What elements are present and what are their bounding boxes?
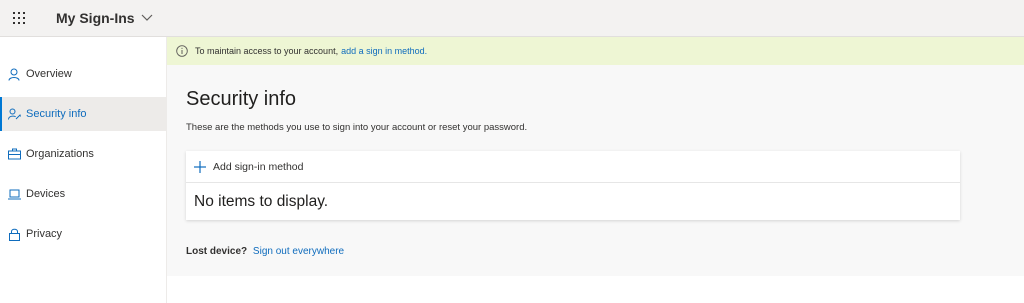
app-title-button[interactable]: My Sign-Ins — [56, 10, 153, 26]
sidebar-item-overview[interactable]: Overview — [0, 57, 166, 91]
add-sign-in-method-label: Add sign-in method — [213, 160, 304, 173]
plus-icon — [194, 160, 206, 173]
methods-card: Add sign-in method No items to display. — [186, 151, 960, 220]
sidebar-item-organizations[interactable]: Organizations — [0, 137, 166, 171]
laptop-icon — [7, 187, 21, 201]
sidebar-item-label: Organizations — [26, 148, 94, 160]
main-content: To maintain access to your account, add … — [167, 37, 1024, 276]
add-sign-in-method-button[interactable]: Add sign-in method — [186, 151, 960, 183]
chevron-down-icon — [141, 14, 153, 22]
waffle-icon[interactable] — [0, 0, 37, 37]
top-bar: My Sign-Ins — [0, 0, 1024, 37]
sidebar-item-label: Devices — [26, 188, 66, 200]
empty-state: No items to display. — [194, 192, 329, 210]
security-info-icon — [7, 107, 21, 121]
sidebar-item-label: Privacy — [26, 228, 63, 240]
lost-device-row: Lost device? Sign out everywhere — [186, 246, 344, 257]
sidebar-item-security-info[interactable]: Security info — [0, 97, 166, 131]
add-sign-in-method-link[interactable]: add a sign in method. — [341, 46, 427, 56]
briefcase-icon — [7, 147, 21, 161]
lock-icon — [7, 227, 21, 241]
sidebar-item-privacy[interactable]: Privacy — [0, 217, 166, 251]
sidebar-item-label: Overview — [26, 68, 72, 80]
app-title: My Sign-Ins — [56, 10, 135, 26]
sidebar: Overview Security info Organizations Dev… — [0, 37, 167, 303]
banner-text: To maintain access to your account, — [195, 46, 339, 56]
info-icon — [176, 45, 188, 57]
page-title: Security info — [186, 88, 297, 110]
lost-device-label: Lost device? — [186, 246, 248, 257]
sign-out-everywhere-link[interactable]: Sign out everywhere — [253, 246, 344, 257]
person-icon — [7, 67, 21, 81]
page-description: These are the methods you use to sign in… — [186, 122, 528, 133]
info-banner: To maintain access to your account, add … — [167, 37, 1024, 65]
sidebar-item-label: Security info — [26, 108, 87, 120]
sidebar-item-devices[interactable]: Devices — [0, 177, 166, 211]
